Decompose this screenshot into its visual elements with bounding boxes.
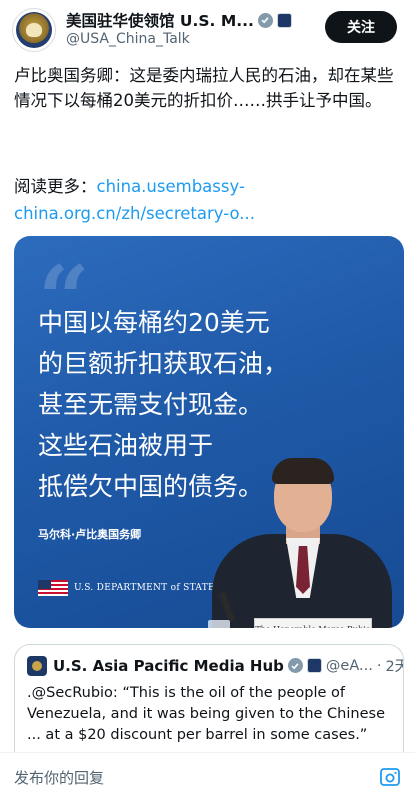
quoted-author-name: U.S. Asia Pacific Media Hub [53,656,284,675]
department-logo: U.S. DEPARTMENT of STATE [38,580,215,596]
tweet-text: 卢比奥国务卿：这是委内瑞拉人民的石油，却在某些情况下以每桶20美元的折扣价……拱… [14,66,394,110]
quoted-timestamp: 2天 [385,659,403,675]
author-handle[interactable]: @USA_China_Talk [66,31,190,47]
verified-badge-icon [287,658,303,673]
quoted-author-row: U.S. Asia Pacific Media Hub @eA... · 2天 [53,655,403,676]
quote-line: 中国以每桶约20美元 [38,308,270,337]
follow-button[interactable]: 关注 [325,11,397,43]
add-media-icon[interactable] [379,766,401,788]
quoted-author-handle: @eA... [325,657,373,674]
media-image[interactable]: “ 中国以每桶约20美元 的巨额折扣获取石油， 甚至无需支付现金。 这些石油被用… [14,236,404,628]
quoted-text: .@SecRubio: “This is the oil of the peop… [27,685,385,743]
read-more: 阅读更多：china.usembassy-china.org.cn/zh/sec… [14,173,406,227]
author-display-name[interactable]: 美国驻华使领馆 U.S. M... [66,9,254,31]
quoted-tweet[interactable]: U.S. Asia Pacific Media Hub @eA... · 2天 … [14,644,404,764]
affiliate-badge-icon [306,658,322,673]
us-flag-icon [38,580,68,596]
separator-dot: · [376,657,382,674]
reply-input[interactable]: 发布你的回复 [14,767,104,788]
embassy-seal-icon[interactable] [12,8,56,52]
affiliate-badge-icon[interactable] [276,12,292,28]
read-more-label: 阅读更多： [14,177,97,196]
author-name-row: 美国驻华使领馆 U.S. M... [66,9,292,31]
verified-badge-icon [257,12,273,28]
nameplate: The Honorable Marco Rubio [254,618,372,628]
quote-line: 的巨额折扣获取石油， [38,349,289,378]
tweet-header: 美国驻华使领馆 U.S. M... @USA_China_Talk 关注 [0,0,415,56]
reply-composer: 发布你的回复 [0,752,415,800]
media-hub-avatar [27,656,47,676]
speaker-photo: The Honorable Marco Rubio [194,442,404,628]
speaker-caption: 马尔科·卢比奥国务卿 [38,528,142,541]
quote-line: 甚至无需支付现金。 [38,390,264,419]
